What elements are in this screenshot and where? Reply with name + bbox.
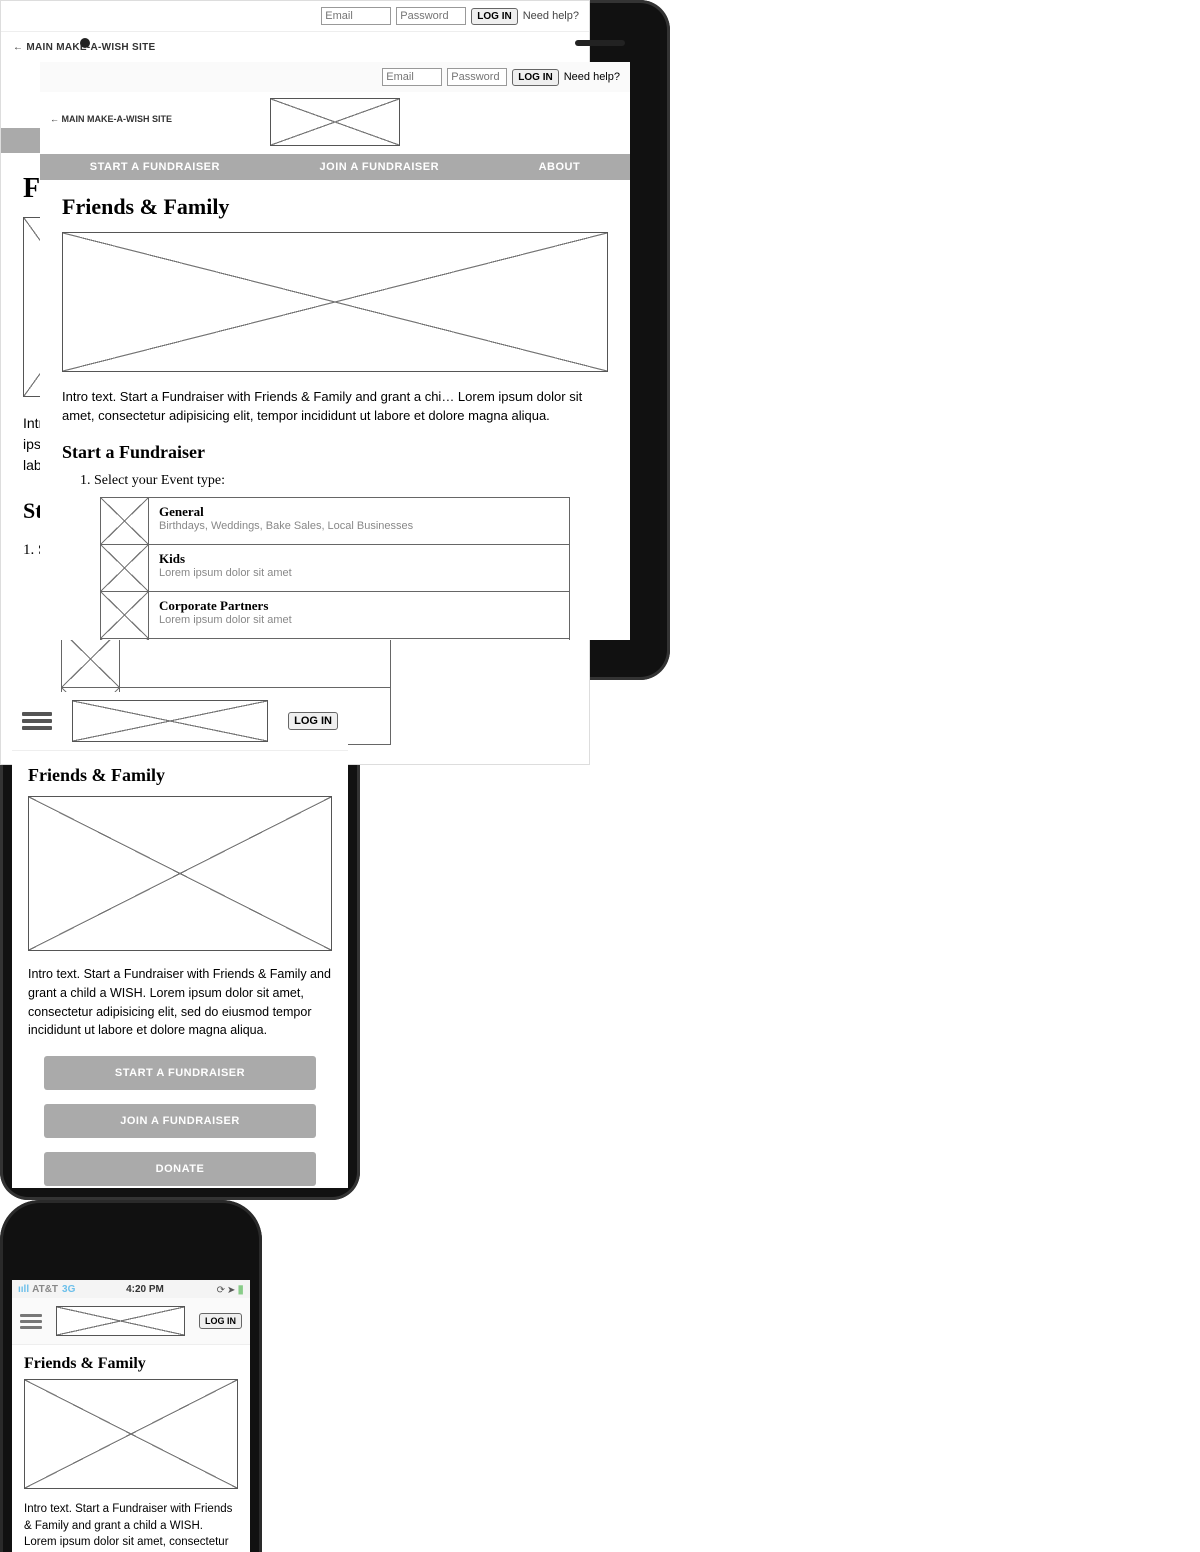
login-button[interactable]: LOG IN [199, 1313, 242, 1329]
event-sub: Lorem ipsum dolor sit amet [159, 567, 292, 579]
logo-placeholder [270, 98, 400, 146]
event-sub: Birthdays, Weddings, Bake Sales, Local B… [159, 520, 413, 532]
login-button[interactable]: LOG IN [512, 69, 558, 86]
join-fundraiser-button[interactable]: JOIN A FUNDRAISER [44, 1104, 316, 1138]
password-field[interactable] [396, 7, 466, 25]
event-thumb [101, 592, 149, 638]
network-label: 3G [62, 1284, 75, 1295]
hero-image-placeholder [24, 1379, 238, 1489]
breadcrumb[interactable]: ← MAIN MAKE-A-WISH SITE [50, 114, 172, 124]
phone-portrait-device: ııll AT&T 3G 4:20 PM ⟳➤▮ LOG IN Friends … [0, 1200, 262, 1552]
login-button[interactable]: LOG IN [288, 712, 338, 730]
page-title: Friends & Family [12, 1345, 250, 1379]
section-heading: Start a Fundraiser [40, 432, 630, 465]
event-sub: Lorem ipsum dolor sit amet [159, 614, 292, 626]
breadcrumb[interactable]: ← MAIN MAKE-A-WISH SITE [1, 32, 589, 63]
event-name: General [159, 504, 204, 519]
event-type-row[interactable]: GeneralBirthdays, Weddings, Bake Sales, … [100, 497, 570, 545]
hero-image-placeholder [62, 232, 608, 372]
intro-text: Intro text. Start a Fundraiser with Frie… [12, 1489, 250, 1552]
step-label: 1. Select your Event type: [40, 465, 630, 493]
donate-button[interactable]: DONATE [44, 1152, 316, 1186]
carrier-label: AT&T [32, 1284, 58, 1295]
event-thumb [101, 639, 149, 640]
start-fundraiser-button[interactable]: START A FUNDRAISER [44, 1056, 316, 1090]
status-icons: ⟳➤▮ [215, 1282, 244, 1296]
signal-icon: ııll [18, 1284, 29, 1295]
status-bar: ııll AT&T 3G 4:20 PM ⟳➤▮ [12, 1280, 250, 1298]
event-name: Kids [159, 551, 185, 566]
page-title: Friends & Family [40, 180, 630, 228]
logo-placeholder [72, 700, 268, 742]
intro-text: Intro text. Start a Fundraiser with Frie… [40, 376, 630, 432]
help-link[interactable]: Need help? [523, 10, 579, 22]
nav-join[interactable]: JOIN A FUNDRAISER [320, 161, 440, 173]
desktop-topbar: LOG IN Need help? [1, 1, 589, 32]
phone-landscape-device: LOG IN Friends & Family Intro text. Star… [0, 680, 360, 1200]
event-thumb [101, 498, 149, 544]
intro-text: Intro text. Start a Fundraiser with Frie… [12, 951, 348, 1050]
help-link[interactable]: Need help? [564, 71, 620, 83]
logo-placeholder [56, 1306, 185, 1336]
page-title: Friends & Family [12, 751, 348, 796]
menu-icon[interactable] [20, 1311, 42, 1332]
login-button[interactable]: LOG IN [471, 8, 517, 25]
event-name: Corporate Partners [159, 598, 268, 613]
email-field[interactable] [382, 68, 442, 86]
event-type-row[interactable]: Adopt-A-Wish [100, 638, 570, 640]
password-field[interactable] [447, 68, 507, 86]
hero-image-placeholder [28, 796, 332, 951]
menu-icon[interactable] [22, 709, 52, 733]
email-field[interactable] [321, 7, 391, 25]
clock: 4:20 PM [75, 1284, 214, 1295]
event-type-row[interactable]: Corporate PartnersLorem ipsum dolor sit … [100, 591, 570, 639]
tablet-topbar: LOG IN Need help? [40, 62, 630, 92]
event-type-row[interactable]: KidsLorem ipsum dolor sit amet [100, 544, 570, 592]
nav-start[interactable]: START A FUNDRAISER [90, 161, 220, 173]
event-thumb [101, 545, 149, 591]
tablet-device: LOG IN Need help? ← MAIN MAKE-A-WISH SIT… [0, 0, 670, 680]
nav-about[interactable]: ABOUT [539, 161, 581, 173]
